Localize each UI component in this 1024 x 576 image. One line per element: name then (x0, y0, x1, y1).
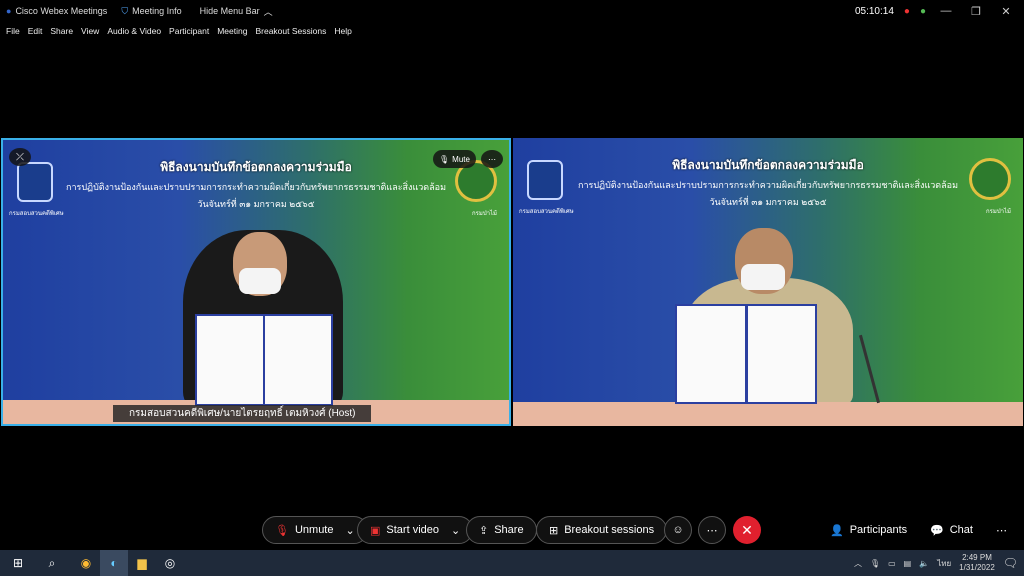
speaker-icon[interactable]: 🔈 (919, 559, 929, 568)
leave-meeting-button[interactable]: ✕ (733, 516, 761, 544)
face-mask (239, 268, 281, 294)
windows-start-icon[interactable]: ⊞ (4, 550, 32, 576)
video-tile-participant[interactable]: กรมสอบสวนคดีพิเศษ กรมป่าไม้ พิธีลงนามบัน… (513, 138, 1023, 426)
file-explorer-icon[interactable]: ▆ (128, 550, 156, 576)
banner-date: วันจันทร์ที่ ๓๑ มกราคม ๒๕๖๕ (197, 199, 315, 209)
share-icon: ⇪ (479, 524, 489, 537)
hide-menu-bar-button[interactable]: Hide Menu Bar ︿ (200, 5, 273, 18)
menu-file[interactable]: File (6, 26, 20, 36)
more-panels-button[interactable]: ⋯ (996, 516, 1007, 544)
menu-help[interactable]: Help (334, 26, 351, 36)
avatar[interactable]: ● (920, 6, 926, 17)
menu-view[interactable]: View (81, 26, 99, 36)
unmute-button[interactable]: 🎙 Unmute ⌄ (262, 516, 368, 544)
share-button[interactable]: ⇪ Share (466, 516, 537, 544)
chrome-icon[interactable]: ◉ (72, 550, 100, 576)
obs-icon[interactable]: ◎ (156, 550, 184, 576)
menu-audio-video[interactable]: Audio & Video (107, 26, 161, 36)
language-indicator[interactable]: ไทย (937, 557, 951, 570)
webex-taskbar-icon[interactable]: ◐ (100, 550, 128, 576)
breakout-sessions-button[interactable]: ⊞ Breakout sessions (536, 516, 668, 544)
microphone-icon[interactable]: 🎙 (870, 559, 880, 568)
system-tray: ︿ 🎙 ▭ ▤ 🔈 ไทย 2:49 PM 1/31/2022 🗨 (854, 550, 1024, 576)
chevron-up-icon: ︿ (263, 6, 273, 17)
participant-name-label: กรมสอบสวนคดีพิเศษ/นายไตรยฤทธิ์ เตมหิวงศ์… (113, 405, 372, 422)
webex-logo-icon: ● (6, 6, 12, 16)
more-icon: ⋯ (706, 524, 718, 537)
menu-share[interactable]: Share (50, 26, 73, 36)
document-fold (263, 314, 265, 406)
breakout-icon: ⊞ (549, 524, 559, 537)
close-icon[interactable]: ✕ (996, 5, 1016, 18)
banner-date: วันจันทร์ที่ ๓๑ มกราคม ๒๕๖๕ (709, 197, 827, 207)
chevron-down-icon[interactable]: ⌄ (346, 524, 355, 537)
reactions-button[interactable]: ☺ (664, 516, 692, 544)
unpin-button[interactable]: ⤫ (9, 148, 31, 166)
table (513, 402, 1023, 426)
recording-icon: ● (903, 5, 910, 17)
restore-icon[interactable]: ❐ (966, 5, 986, 18)
more-button[interactable]: ⋯ (698, 516, 726, 544)
banner-subtitle: การปฏิบัติงานป้องกันและปราบปรามการกระทำค… (66, 182, 446, 192)
chat-icon: 💬 (930, 524, 944, 537)
video-tile-host[interactable]: กรมสอบสวนคดีพิเศษ กรมป่าไม้ พิธีลงนามบัน… (1, 138, 511, 426)
more-icon: ⋯ (996, 524, 1007, 537)
microphone-muted-icon: 🎙 (275, 524, 289, 537)
close-icon: ✕ (741, 521, 753, 538)
banner-title: พิธีลงนามบันทึกข้อตกลงความร่วมมือ (672, 158, 864, 172)
notification-icon[interactable]: 🗨 (1003, 556, 1018, 570)
microphone-icon: 🎙 (439, 154, 450, 164)
meeting-info-button[interactable]: ⛉ Meeting Info (121, 6, 181, 17)
participants-icon: 👤 (830, 524, 844, 537)
menu-breakout-sessions[interactable]: Breakout Sessions (255, 26, 326, 36)
meeting-timer: 05:10:14 (854, 5, 894, 17)
menu-bar: File Edit Share View Audio & Video Parti… (0, 22, 1024, 40)
app-title: ● Cisco Webex Meetings (6, 6, 108, 16)
shield-icon: ⛉ (121, 5, 129, 16)
menu-edit[interactable]: Edit (28, 26, 43, 36)
menu-meeting[interactable]: Meeting (217, 26, 247, 36)
battery-icon[interactable]: ▭ (888, 559, 896, 568)
search-icon[interactable]: ⌕ (38, 550, 66, 576)
network-icon[interactable]: ▤ (904, 559, 912, 568)
banner-subtitle: การปฏิบัติงานป้องกันและปราบปรามการกระทำค… (578, 180, 958, 190)
start-video-button[interactable]: ▣ Start video ⌄ (357, 516, 474, 544)
menu-participant[interactable]: Participant (169, 26, 209, 36)
window-controls: 05:10:14 ● ● — ❐ ✕ (855, 0, 1024, 22)
participants-button[interactable]: 👤 Participants (830, 516, 907, 544)
more-options-button[interactable]: ⋯ (481, 150, 503, 168)
face-mask (741, 264, 785, 290)
document-fold (745, 304, 748, 404)
emoji-icon: ☺ (672, 524, 684, 536)
mute-participant-button[interactable]: 🎙 Mute (433, 150, 476, 168)
video-muted-icon: ▣ (370, 524, 381, 537)
chevron-up-icon[interactable]: ︿ (854, 558, 862, 569)
chat-button[interactable]: 💬 Chat (930, 516, 973, 544)
chevron-down-icon[interactable]: ⌄ (451, 524, 460, 537)
minimize-icon[interactable]: — (936, 5, 956, 17)
clock[interactable]: 2:49 PM 1/31/2022 (959, 553, 995, 573)
